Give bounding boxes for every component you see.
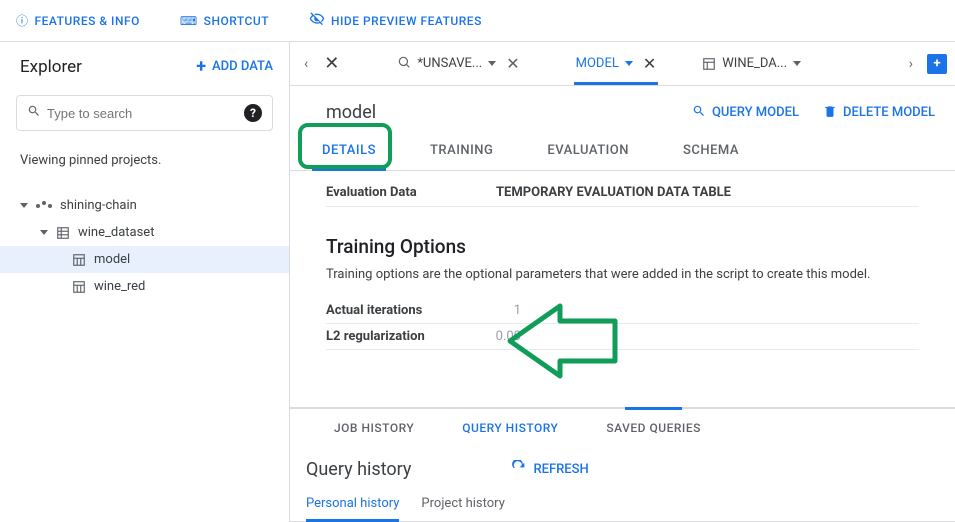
new-tab-button[interactable]: + xyxy=(927,54,947,74)
trash-icon xyxy=(823,104,837,122)
label: shining-chain xyxy=(60,198,137,213)
search-icon xyxy=(27,104,41,122)
option-row: L2 regularization 0.00 xyxy=(326,324,919,350)
label: Actual iterations xyxy=(326,303,481,318)
pinned-note: Viewing pinned projects. xyxy=(0,139,289,182)
value: 0.00 xyxy=(481,329,521,344)
query-icon xyxy=(397,55,411,73)
table-icon xyxy=(702,57,716,71)
details-content: Evaluation Data TEMPORARY EVALUATION DAT… xyxy=(290,171,955,407)
explorer-sidebar: Explorer + ADD DATA ? Viewing pinned pro… xyxy=(0,42,290,522)
search-icon xyxy=(692,104,706,122)
label: model xyxy=(94,252,130,267)
project-icon xyxy=(36,204,52,208)
chevron-down-icon[interactable] xyxy=(793,61,801,66)
query-history-title: Query history xyxy=(306,459,411,480)
search-box[interactable]: ? xyxy=(16,95,273,131)
hide-preview-button[interactable]: HIDE PREVIEW FEATURES xyxy=(309,11,482,30)
project-tree: shining-chain wine_dataset model wine_re… xyxy=(0,182,289,310)
value: 1 xyxy=(481,303,521,318)
label: WINE_DA... xyxy=(722,56,787,71)
label: wine_red xyxy=(94,279,145,294)
explorer-title: Explorer xyxy=(20,57,82,77)
search-input[interactable] xyxy=(47,106,244,121)
help-icon[interactable]: ? xyxy=(244,104,262,122)
dataset-node[interactable]: wine_dataset xyxy=(0,219,289,246)
delete-model-button[interactable]: DELETE MODEL xyxy=(823,104,935,122)
tab-close-all[interactable]: ✕ xyxy=(318,53,345,74)
add-data-button[interactable]: + ADD DATA xyxy=(196,56,273,77)
shortcut-button[interactable]: ⌨ SHORTCUT xyxy=(180,14,269,28)
table-node[interactable]: wine_red xyxy=(0,273,289,300)
label: MODEL xyxy=(576,56,619,71)
subtab-details[interactable]: DETAILS xyxy=(304,131,394,170)
editor-tabs: ‹ ✕ *UNSAVE... ✕ MODEL ✕ WINE_DA... › xyxy=(290,42,955,86)
label: *UNSAVE... xyxy=(417,56,482,71)
value: TEMPORARY EVALUATION DATA TABLE xyxy=(496,185,731,200)
close-icon[interactable]: ✕ xyxy=(643,54,656,73)
caret-down-icon xyxy=(40,230,48,235)
btab-saved-queries[interactable]: SAVED QUERIES xyxy=(582,409,724,447)
label: QUERY MODEL xyxy=(712,105,799,120)
model-subtabs: DETAILS TRAINING EVALUATION SCHEMA xyxy=(290,131,955,171)
subtab-schema[interactable]: SCHEMA xyxy=(665,131,757,170)
refresh-icon xyxy=(511,460,527,480)
model-icon xyxy=(72,253,86,267)
keyboard-icon: ⌨ xyxy=(180,14,198,28)
features-info-button[interactable]: ⓘ FEATURES & INFO xyxy=(16,12,140,29)
label: FEATURES & INFO xyxy=(35,14,140,28)
label: wine_dataset xyxy=(78,225,154,240)
label: L2 regularization xyxy=(326,329,481,344)
label: DELETE MODEL xyxy=(843,105,935,120)
option-row: Actual iterations 1 xyxy=(326,298,919,324)
evaluation-data-row: Evaluation Data TEMPORARY EVALUATION DAT… xyxy=(326,179,919,207)
panel-title: model xyxy=(326,102,376,123)
visibility-off-icon xyxy=(309,11,325,30)
main-panel: ‹ ✕ *UNSAVE... ✕ MODEL ✕ WINE_DA... › xyxy=(290,42,955,522)
caret-down-icon xyxy=(20,203,28,208)
model-node[interactable]: model xyxy=(0,246,289,273)
chevron-down-icon[interactable] xyxy=(488,61,496,66)
label: HIDE PREVIEW FEATURES xyxy=(331,14,482,28)
tab-prev-button[interactable]: ‹ xyxy=(298,56,314,72)
tab-next-button[interactable]: › xyxy=(903,56,919,72)
subtab-training[interactable]: TRAINING xyxy=(412,131,511,170)
tab-wine[interactable]: WINE_DA... xyxy=(694,42,809,85)
project-node[interactable]: shining-chain xyxy=(0,192,289,219)
hist-tab-project[interactable]: Project history xyxy=(421,486,504,521)
info-icon: ⓘ xyxy=(16,12,29,29)
tab-unsaved[interactable]: *UNSAVE... ✕ xyxy=(389,42,527,85)
tab-model[interactable]: MODEL ✕ xyxy=(568,42,665,85)
close-icon[interactable]: ✕ xyxy=(506,54,519,73)
label: REFRESH xyxy=(533,462,588,477)
bottom-panel: JOB HISTORY QUERY HISTORY SAVED QUERIES … xyxy=(290,407,955,522)
plus-icon: + xyxy=(196,56,206,77)
subtab-evaluation[interactable]: EVALUATION xyxy=(529,131,647,170)
top-toolbar: ⓘ FEATURES & INFO ⌨ SHORTCUT HIDE PREVIE… xyxy=(0,0,955,42)
training-options-title: Training Options xyxy=(326,235,919,258)
query-model-button[interactable]: QUERY MODEL xyxy=(692,104,799,122)
training-options-desc: Training options are the optional parame… xyxy=(326,266,919,284)
label: ADD DATA xyxy=(212,59,273,74)
chevron-down-icon[interactable] xyxy=(625,61,633,66)
dataset-icon xyxy=(56,226,70,240)
label: SHORTCUT xyxy=(204,14,269,28)
refresh-button[interactable]: REFRESH xyxy=(511,460,588,480)
btab-query-history[interactable]: QUERY HISTORY xyxy=(438,409,582,447)
table-icon xyxy=(72,280,86,294)
hist-tab-personal[interactable]: Personal history xyxy=(306,486,399,521)
label: Evaluation Data xyxy=(326,185,496,200)
btab-job-history[interactable]: JOB HISTORY xyxy=(310,409,438,447)
